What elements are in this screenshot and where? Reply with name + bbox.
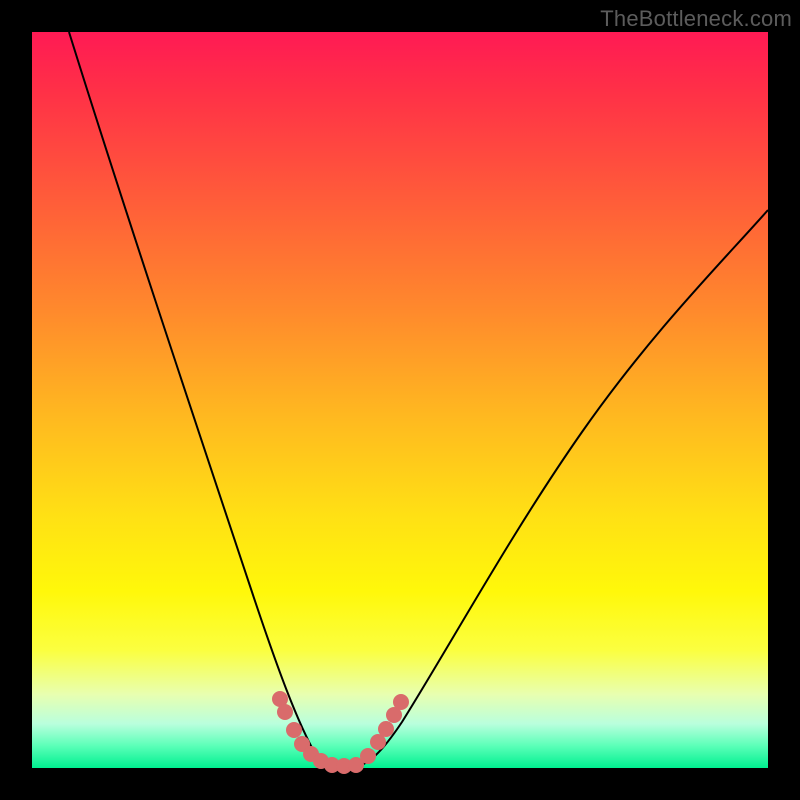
chart-frame: TheBottleneck.com bbox=[0, 0, 800, 800]
bottleneck-curve-left bbox=[69, 32, 337, 767]
watermark-text: TheBottleneck.com bbox=[600, 6, 792, 32]
bottleneck-curve-right bbox=[352, 210, 768, 767]
curve-layer bbox=[32, 32, 768, 768]
plot-area bbox=[32, 32, 768, 768]
